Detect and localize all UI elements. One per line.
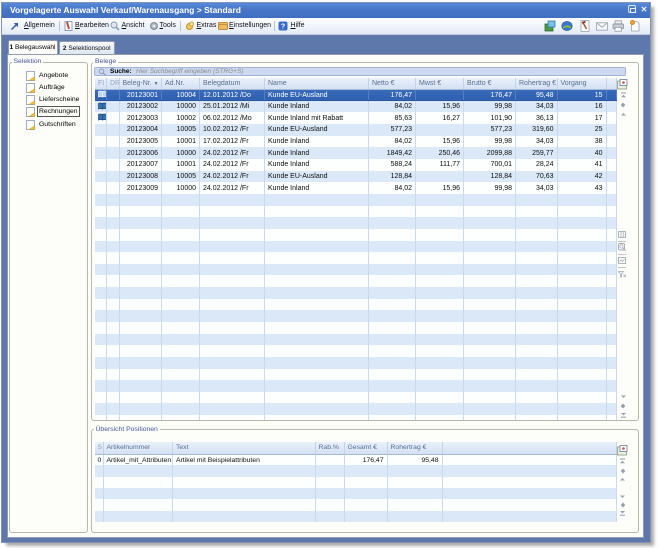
svg-text:?: ? xyxy=(281,23,285,30)
